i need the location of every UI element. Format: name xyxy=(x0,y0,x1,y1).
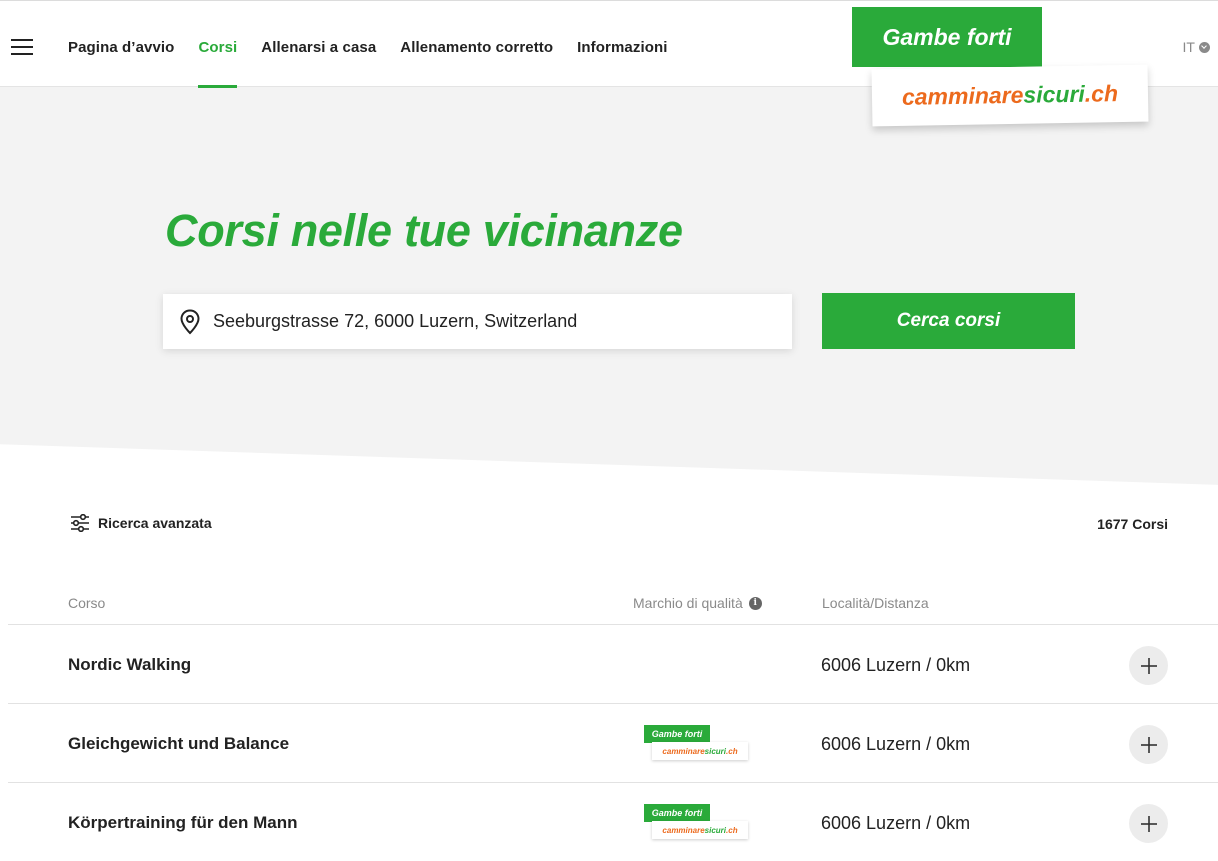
quality-badge-logo: Gambe forti camminare sicuri .ch xyxy=(644,725,754,765)
column-header-course: Corso xyxy=(68,595,106,611)
course-location: 6006 Luzern / 0km xyxy=(821,655,971,675)
nav-item-allenamento-corretto[interactable]: Allenamento corretto xyxy=(400,39,553,88)
column-header-location: Località/Distanza xyxy=(822,595,929,611)
plus-icon xyxy=(1140,657,1157,674)
quality-badge-logo: Gambe forti camminare sicuri .ch xyxy=(644,804,754,844)
badge-bottom-label: camminare sicuri .ch xyxy=(652,821,748,839)
badge-text-part1: camminare xyxy=(662,825,705,835)
course-name[interactable]: Nordic Walking xyxy=(68,655,191,675)
table-row[interactable]: Körpertraining für den Mann Gambe forti … xyxy=(8,783,1218,861)
nav-item-corsi[interactable]: Corsi xyxy=(198,39,237,88)
course-name[interactable]: Körpertraining für den Mann xyxy=(68,813,298,833)
badge-top-label: Gambe forti xyxy=(644,804,710,822)
badge-text-part2: sicuri xyxy=(704,746,727,756)
expand-row-button[interactable] xyxy=(1129,804,1168,843)
nav-item-informazioni[interactable]: Informazioni xyxy=(577,39,667,88)
course-location: 6006 Luzern / 0km xyxy=(821,734,971,754)
nav-item-pagina-davvio[interactable]: Pagina d’avvio xyxy=(68,39,174,88)
logo-bottom-label: camminare sicuri .ch xyxy=(871,64,1149,127)
table-header: Corso Marchio di qualità i Località/Dist… xyxy=(8,583,1218,625)
badge-text-part3: .ch xyxy=(726,825,738,835)
course-name[interactable]: Gleichgewicht und Balance xyxy=(68,734,289,754)
expand-row-button[interactable] xyxy=(1129,725,1168,764)
table-row[interactable]: Gleichgewicht und Balance Gambe forti ca… xyxy=(8,704,1218,783)
badge-text-part3: .ch xyxy=(726,746,738,756)
logo-text-part3: .ch xyxy=(1084,80,1119,107)
logo-text-part1: camminare xyxy=(901,81,1024,110)
nav-item-allenarsi-a-casa[interactable]: Allenarsi a casa xyxy=(261,39,376,88)
info-icon[interactable]: i xyxy=(748,596,762,610)
advanced-search-toggle[interactable]: Ricerca avanzata xyxy=(70,514,212,532)
hero-section xyxy=(0,87,1218,485)
logo-text-part2: sicuri xyxy=(1023,80,1086,108)
logo-top-label: Gambe forti xyxy=(852,7,1042,67)
language-label: IT xyxy=(1182,39,1195,55)
location-search-box[interactable] xyxy=(163,294,792,349)
language-selector[interactable]: IT xyxy=(1183,39,1210,55)
main-nav: Pagina d’avvio Corsi Allenarsi a casa Al… xyxy=(68,39,668,88)
badge-text-part1: camminare xyxy=(662,746,705,756)
sliders-icon xyxy=(71,514,89,532)
advanced-search-label: Ricerca avanzata xyxy=(98,515,212,531)
course-location: 6006 Luzern / 0km xyxy=(821,813,971,833)
chevron-down-icon xyxy=(1199,41,1210,53)
column-header-quality-label: Marchio di qualità xyxy=(633,595,743,611)
badge-text-part2: sicuri xyxy=(704,825,727,835)
table-row[interactable]: Nordic Walking 6006 Luzern / 0km xyxy=(8,625,1218,704)
badge-bottom-label: camminare sicuri .ch xyxy=(652,742,748,760)
course-count: 1677 Corsi xyxy=(1097,516,1168,532)
plus-icon xyxy=(1140,736,1157,753)
location-search-input[interactable] xyxy=(213,311,753,332)
badge-top-label: Gambe forti xyxy=(644,725,710,743)
expand-row-button[interactable] xyxy=(1129,646,1168,685)
plus-icon xyxy=(1140,815,1157,832)
location-pin-icon xyxy=(180,308,200,334)
column-header-quality: Marchio di qualità i xyxy=(633,595,762,611)
site-logo[interactable]: Gambe forti camminare sicuri .ch xyxy=(852,7,1152,127)
hamburger-menu-icon[interactable] xyxy=(11,39,33,57)
search-courses-button[interactable]: Cerca corsi xyxy=(822,293,1075,349)
page-title: Corsi nelle tue vicinanze xyxy=(165,205,683,256)
